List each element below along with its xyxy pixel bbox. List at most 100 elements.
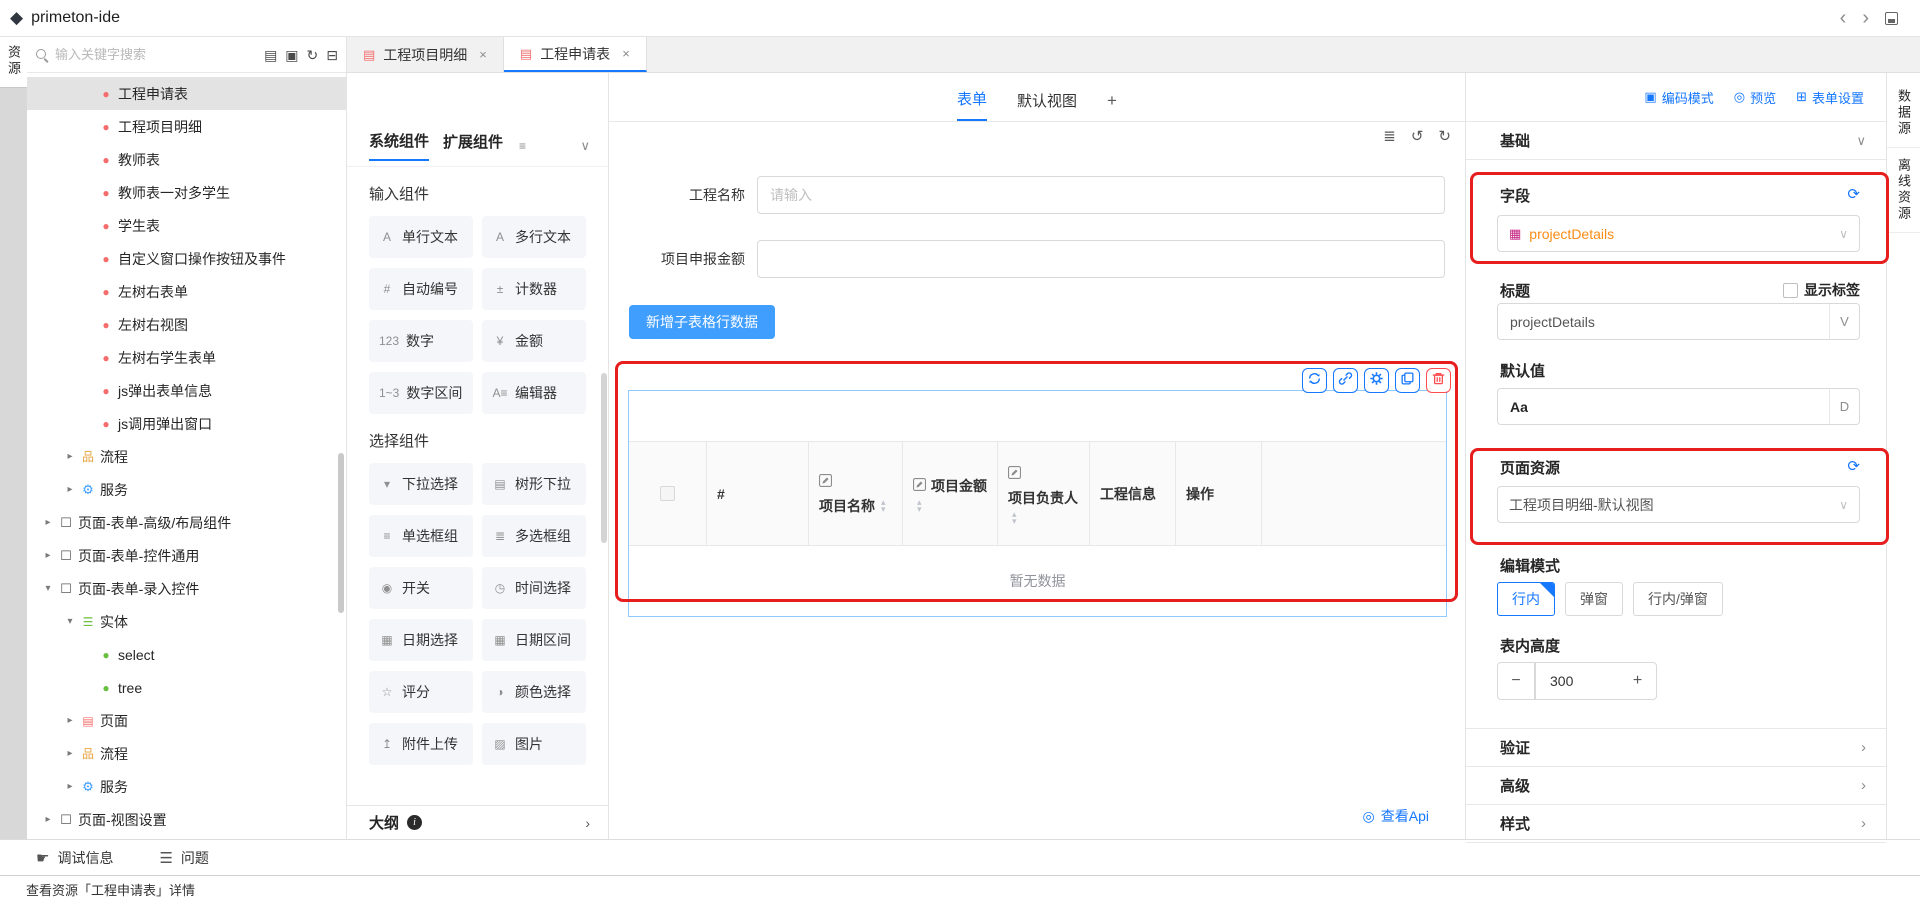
palette-component-rating[interactable]: ☆评分 — [369, 671, 473, 713]
nav-forward-icon[interactable]: › — [1862, 8, 1869, 28]
sort-arrows-icon[interactable]: ▴▾ — [917, 499, 922, 513]
sort-arrows-icon[interactable]: ▴▾ — [881, 499, 886, 513]
close-icon[interactable]: × — [622, 46, 630, 61]
tree-item[interactable]: ▾☐页面-表单-录入控件 — [27, 572, 346, 605]
tree-item[interactable]: ●自定义窗口操作按钮及事件 — [27, 242, 346, 275]
palette-component-number-range[interactable]: 1~3数字区间 — [369, 372, 473, 414]
gear-button[interactable] — [1364, 368, 1389, 393]
default-value-input[interactable] — [1498, 389, 1829, 424]
stepper-plus-button[interactable]: + — [1619, 662, 1657, 700]
subtable-column-project-info[interactable]: 工程信息 — [1090, 442, 1176, 545]
sort-arrows-icon[interactable]: ▴▾ — [1012, 511, 1017, 525]
tree-item[interactable]: ▾☰实体 — [27, 605, 346, 638]
palette-component-single-line-text[interactable]: A单行文本 — [369, 216, 473, 258]
sort-desc-icon[interactable]: ▾ — [917, 506, 922, 513]
palette-component-number[interactable]: 123数字 — [369, 320, 473, 362]
tree-item[interactable]: ●工程申请表 — [27, 77, 346, 110]
section-验证[interactable]: 验证› — [1466, 729, 1886, 767]
save-icon[interactable] — [1885, 12, 1898, 25]
tree-item[interactable]: ●教师表一对多学生 — [27, 176, 346, 209]
resources-strip-tab[interactable]: 资源 — [0, 37, 27, 88]
project-amount-input[interactable] — [770, 251, 1432, 267]
chevron-down-icon[interactable]: ∨ — [1856, 133, 1866, 149]
nav-back-icon[interactable]: ‹ — [1840, 8, 1847, 28]
tree-item[interactable]: ▸☐页面-表单-高级/布局组件 — [27, 506, 346, 539]
add-view-tab[interactable]: + — [1107, 91, 1117, 121]
view-tab[interactable]: 表单 — [957, 88, 987, 121]
tree-item[interactable]: ●js调用弹出窗口 — [27, 407, 346, 440]
add-subtable-row-button[interactable]: 新增子表格行数据 — [629, 305, 775, 339]
chevron-down-icon[interactable]: ∨ — [580, 138, 590, 154]
tree-item[interactable]: ●tree — [27, 671, 346, 704]
sort-desc-icon[interactable]: ▾ — [1012, 518, 1017, 525]
palette-component-tree-dropdown[interactable]: ▤树形下拉 — [482, 463, 586, 505]
search-input[interactable] — [55, 47, 258, 62]
subtable-column-project-manager[interactable]: 项目负责人▴▾ — [998, 442, 1090, 545]
undo-icon[interactable]: ↺ — [1411, 129, 1424, 144]
collapse-arrow-icon[interactable]: ▸ — [62, 715, 78, 726]
view-api-link[interactable]: ◎ 查看Api — [1363, 806, 1429, 826]
view-tab[interactable]: 默认视图 — [1017, 90, 1077, 121]
right-strip-tab[interactable]: 数据源 — [1887, 79, 1920, 148]
palette-component-multi-line-text[interactable]: A多行文本 — [482, 216, 586, 258]
subtable-column-project-name[interactable]: 项目名称▴▾ — [809, 442, 903, 545]
palette-component-checkbox-group[interactable]: ≣多选框组 — [482, 515, 586, 557]
palette-component-switch[interactable]: ◉开关 — [369, 567, 473, 609]
expand-arrow-icon[interactable]: ▾ — [62, 616, 78, 627]
tree-item[interactable]: ▸品流程 — [27, 440, 346, 473]
palette-menu-icon[interactable]: ≡ — [519, 139, 526, 153]
tree-scrollbar[interactable] — [338, 453, 344, 613]
field-select[interactable]: ▦ projectDetails ∨ — [1497, 215, 1860, 252]
outline-bar[interactable]: 大纲 i › — [347, 805, 608, 839]
stepper-minus-button[interactable]: − — [1497, 662, 1535, 700]
tree-item[interactable]: ●学生表 — [27, 209, 346, 242]
chevron-right-icon[interactable]: › — [585, 815, 590, 831]
tree-item[interactable]: ▸⚙服务 — [27, 770, 346, 803]
palette-component-radio-group[interactable]: ≡单选框组 — [369, 515, 473, 557]
file-tab[interactable]: ▤工程申请表× — [504, 37, 647, 72]
tab-extended-components[interactable]: 扩展组件 — [443, 131, 503, 160]
tree-item[interactable]: ▸▤页面 — [27, 704, 346, 737]
show-label-checkbox[interactable] — [1783, 283, 1798, 298]
sync-button[interactable] — [1302, 368, 1327, 393]
refresh-icon[interactable]: ↻ — [307, 48, 319, 62]
collapse-arrow-icon[interactable]: ▸ — [40, 814, 56, 825]
palette-component-color-picker[interactable]: ◑颜色选择 — [482, 671, 586, 713]
subtable-column-checkbox[interactable] — [629, 442, 707, 545]
tree-item[interactable]: ●左树右学生表单 — [27, 341, 346, 374]
form-settings-button[interactable]: ⊞表单设置 — [1796, 88, 1864, 107]
palette-scrollbar[interactable] — [601, 373, 607, 543]
palette-component-dropdown-select[interactable]: ▾下拉选择 — [369, 463, 473, 505]
close-icon[interactable]: × — [479, 47, 487, 62]
collapse-arrow-icon[interactable]: ▸ — [62, 781, 78, 792]
tree-item[interactable]: ●左树右表单 — [27, 275, 346, 308]
section-样式[interactable]: 样式› — [1466, 805, 1886, 843]
problems-tab[interactable]: ☰ 问题 — [159, 848, 208, 868]
tree-item[interactable]: ▸品流程 — [27, 737, 346, 770]
palette-component-date-picker[interactable]: ▦日期选择 — [369, 619, 473, 661]
field-list-icon[interactable]: ≣ — [1383, 129, 1396, 144]
subtable-column-actions[interactable]: 操作 — [1176, 442, 1262, 545]
subtable-column-index[interactable]: # — [707, 442, 809, 545]
palette-component-upload[interactable]: ↥附件上传 — [369, 723, 473, 765]
title-input[interactable] — [1498, 304, 1829, 339]
palette-component-date-range[interactable]: ▦日期区间 — [482, 619, 586, 661]
tree-item[interactable]: ●左树右视图 — [27, 308, 346, 341]
edit-mode-option[interactable]: 行内 — [1497, 582, 1555, 616]
link-button[interactable] — [1333, 368, 1358, 393]
palette-component-editor[interactable]: A≡编辑器 — [482, 372, 586, 414]
collapse-arrow-icon[interactable]: ▸ — [62, 748, 78, 759]
collapse-arrow-icon[interactable]: ▸ — [40, 550, 56, 561]
right-strip-tab[interactable]: 离线资源 — [1887, 148, 1920, 233]
debug-info-tab[interactable]: ☛ 调试信息 — [36, 848, 113, 868]
copy-button[interactable] — [1395, 368, 1420, 393]
tree-item[interactable]: ●教师表 — [27, 143, 346, 176]
expand-arrow-icon[interactable]: ▾ — [40, 583, 56, 594]
project-name-input[interactable] — [770, 187, 1432, 203]
palette-component-image[interactable]: ▨图片 — [482, 723, 586, 765]
edit-mode-option[interactable]: 弹窗 — [1565, 582, 1623, 616]
tree-item[interactable]: ●js弹出表单信息 — [27, 374, 346, 407]
tree-item[interactable]: ▸⚙服务 — [27, 473, 346, 506]
refresh-icon[interactable]: ⟳ — [1847, 185, 1860, 203]
collapse-arrow-icon[interactable]: ▸ — [62, 484, 78, 495]
